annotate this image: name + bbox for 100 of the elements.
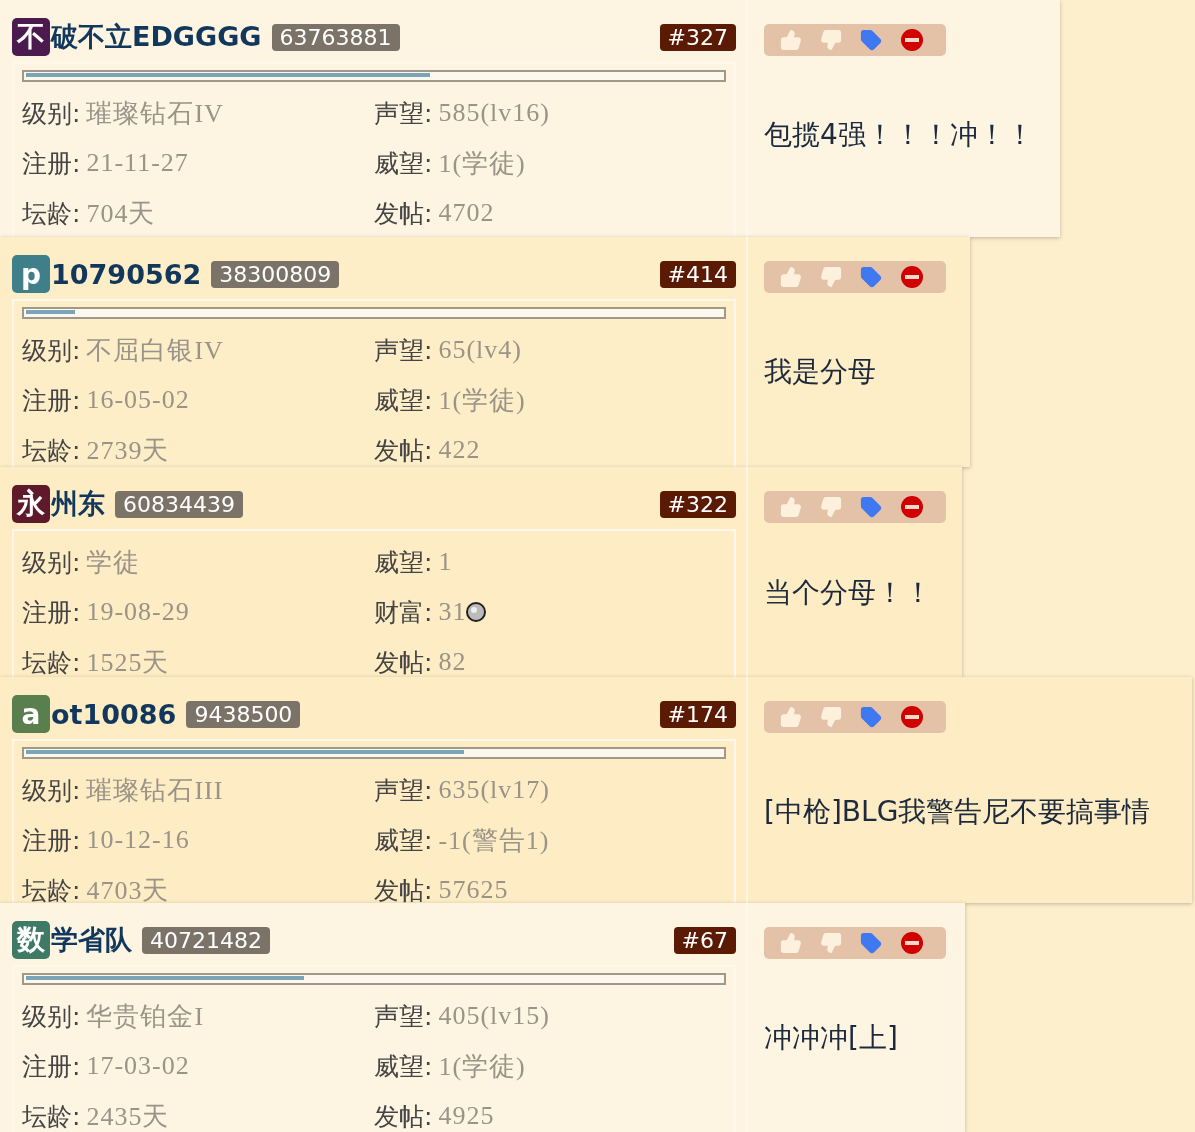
avatar[interactable]: 永 — [12, 485, 50, 523]
stat-value: 1 — [438, 547, 453, 577]
avatar[interactable]: p — [12, 255, 50, 293]
avatar[interactable]: 数 — [12, 921, 50, 959]
stat-value: 65(lv4) — [438, 335, 522, 365]
stat-value: 704天 — [86, 197, 156, 230]
stat-label: 威望: — [374, 824, 433, 857]
tag-icon[interactable] — [860, 266, 882, 288]
tag-icon[interactable] — [860, 29, 882, 51]
stat-label: 声望: — [374, 1000, 433, 1033]
stat-value: 2435天 — [86, 1100, 170, 1132]
stat-value: 不屈白银IV — [86, 334, 224, 367]
stat-value: 422 — [438, 435, 481, 465]
floor-number[interactable]: #174 — [659, 700, 736, 728]
stat-value: 585(lv16) — [438, 98, 550, 128]
stat-value: 璀璨钻石IV — [86, 97, 224, 130]
tag-icon[interactable] — [860, 932, 882, 954]
avatar[interactable]: a — [12, 695, 50, 733]
stat-label: 声望: — [374, 97, 433, 130]
stat-value: 10-12-16 — [86, 825, 190, 855]
tag-icon[interactable] — [860, 496, 882, 518]
stat-label: 坛龄: — [22, 434, 81, 467]
stat-value: 57625 — [438, 875, 509, 905]
stat-label: 发帖: — [374, 434, 433, 467]
stat-value: 4702 — [438, 198, 495, 228]
thumbs-down-icon[interactable] — [820, 496, 842, 518]
stat-value: 4925 — [438, 1101, 495, 1131]
stat-value: 1(学徒) — [438, 384, 526, 417]
thumbs-up-icon[interactable] — [780, 706, 802, 728]
stat-label: 发帖: — [374, 197, 433, 230]
stat-label: 注册: — [22, 824, 81, 857]
post-content: 包揽4强！！！冲！！ — [764, 117, 1035, 153]
thumbs-up-icon[interactable] — [780, 496, 802, 518]
stat-value: 1(学徒) — [438, 147, 526, 180]
thumbs-up-icon[interactable] — [780, 932, 802, 954]
thumbs-up-icon[interactable] — [780, 29, 802, 51]
stat-value: 635(lv17) — [438, 775, 550, 805]
username[interactable]: ot10086 — [51, 698, 177, 730]
post-content: 冲冲冲[上] — [764, 1020, 899, 1056]
stat-value: 4703天 — [86, 874, 170, 907]
thumbs-down-icon[interactable] — [820, 706, 842, 728]
username[interactable]: 破不立EDGGGG — [51, 19, 262, 55]
thumbs-down-icon[interactable] — [820, 266, 842, 288]
stat-label: 坛龄: — [22, 1100, 81, 1132]
user-id: 60834439 — [115, 490, 243, 518]
stat-label: 注册: — [22, 1050, 81, 1083]
stat-label: 级别: — [22, 1000, 81, 1033]
floor-number[interactable]: #67 — [673, 926, 736, 954]
stat-label: 注册: — [22, 596, 81, 629]
user-id: 9438500 — [186, 700, 301, 728]
stat-label: 发帖: — [374, 646, 433, 679]
username[interactable]: 学省队 — [51, 922, 132, 958]
block-icon[interactable] — [900, 265, 924, 289]
stat-label: 发帖: — [374, 1100, 433, 1132]
stat-label: 威望: — [374, 147, 433, 180]
stat-value: 16-05-02 — [86, 385, 190, 415]
floor-number[interactable]: #414 — [659, 260, 736, 288]
stat-label: 级别: — [22, 774, 81, 807]
stat-label: 财富: — [374, 596, 433, 629]
stat-label: 威望: — [374, 1050, 433, 1083]
block-icon[interactable] — [900, 705, 924, 729]
stat-label: 级别: — [22, 546, 81, 579]
floor-number[interactable]: #322 — [659, 490, 736, 518]
stat-value: 2739天 — [86, 434, 170, 467]
user-id: 63763881 — [271, 23, 400, 51]
stat-value: 璀璨钻石III — [86, 774, 224, 807]
thumbs-up-icon[interactable] — [780, 266, 802, 288]
stat-label: 发帖: — [374, 874, 433, 907]
stat-label: 声望: — [374, 334, 433, 367]
stat-label: 注册: — [22, 384, 81, 417]
tag-icon[interactable] — [860, 706, 882, 728]
block-icon[interactable] — [900, 28, 924, 52]
stat-value: 17-03-02 — [86, 1051, 190, 1081]
stat-label: 威望: — [374, 384, 433, 417]
stat-value: 19-08-29 — [86, 597, 190, 627]
floor-number[interactable]: #327 — [659, 23, 736, 51]
block-icon[interactable] — [900, 931, 924, 955]
block-icon[interactable] — [900, 495, 924, 519]
thumbs-down-icon[interactable] — [820, 932, 842, 954]
stat-value: 405(lv15) — [438, 1001, 550, 1031]
user-id: 38300809 — [211, 260, 340, 288]
post-content: [中枪]BLG我警告尼不要搞事情 — [764, 794, 1152, 830]
stat-label: 坛龄: — [22, 874, 81, 907]
stat-label: 威望: — [374, 546, 433, 579]
coin-icon — [466, 602, 487, 622]
stat-value: 1(学徒) — [438, 1050, 526, 1083]
user-id: 40721482 — [142, 926, 270, 954]
stat-value: -1(警告1) — [438, 824, 550, 857]
stat-label: 声望: — [374, 774, 433, 807]
avatar[interactable]: 不 — [12, 18, 50, 56]
stat-label: 级别: — [22, 334, 81, 367]
stat-label: 级别: — [22, 97, 81, 130]
post-content: 我是分母 — [764, 354, 877, 390]
thumbs-down-icon[interactable] — [820, 29, 842, 51]
username[interactable]: 10790562 — [51, 258, 202, 290]
stat-value: 21-11-27 — [86, 148, 189, 178]
stat-label: 坛龄: — [22, 646, 81, 679]
post-content: 当个分母！！ — [764, 575, 933, 611]
username[interactable]: 州东 — [51, 486, 105, 522]
stat-value: 1525天 — [86, 646, 170, 679]
